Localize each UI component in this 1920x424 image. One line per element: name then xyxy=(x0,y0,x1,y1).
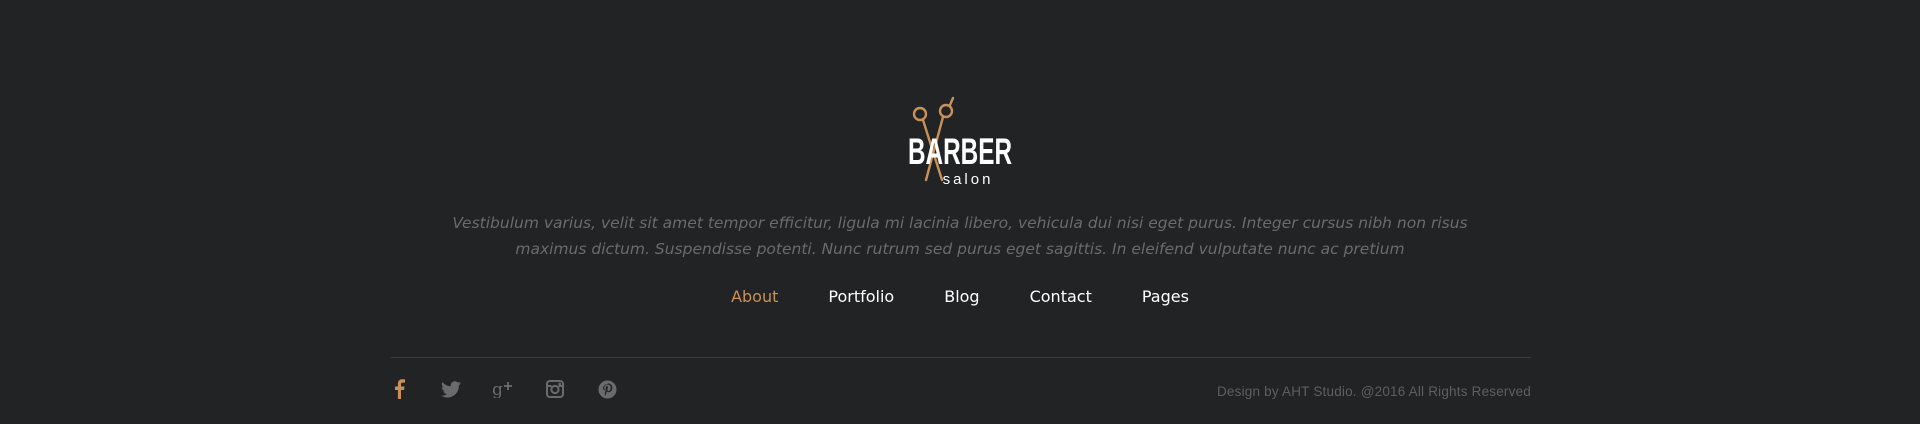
nav-blog[interactable]: Blog xyxy=(944,284,979,310)
footer-nav: About Portfolio Blog Contact Pages xyxy=(0,284,1920,310)
pinterest-icon[interactable] xyxy=(596,378,618,400)
copyright-text: Design by AHT Studio. @2016 All Rights R… xyxy=(1216,384,1531,399)
logo-subtext: salon xyxy=(943,171,994,188)
footer-description: Vestibulum varius, velit sit amet tempor… xyxy=(452,214,1468,258)
barber-salon-logo[interactable]: BARBER salon xyxy=(904,96,1016,188)
site-footer: BARBER salon Vestibulum varius, velit si… xyxy=(0,0,1920,424)
svg-text:g: g xyxy=(492,380,503,398)
nav-about[interactable]: About xyxy=(731,284,778,310)
google-plus-icon[interactable]: g xyxy=(492,378,514,400)
instagram-icon[interactable] xyxy=(544,378,566,400)
footer-divider xyxy=(391,357,1531,358)
twitter-icon[interactable] xyxy=(440,378,462,400)
facebook-icon[interactable] xyxy=(388,378,410,400)
nav-pages[interactable]: Pages xyxy=(1142,284,1189,310)
logo-wordmark: BARBER xyxy=(908,131,1012,172)
social-links: g xyxy=(388,378,648,400)
nav-portfolio[interactable]: Portfolio xyxy=(828,284,894,310)
nav-contact[interactable]: Contact xyxy=(1030,284,1092,310)
